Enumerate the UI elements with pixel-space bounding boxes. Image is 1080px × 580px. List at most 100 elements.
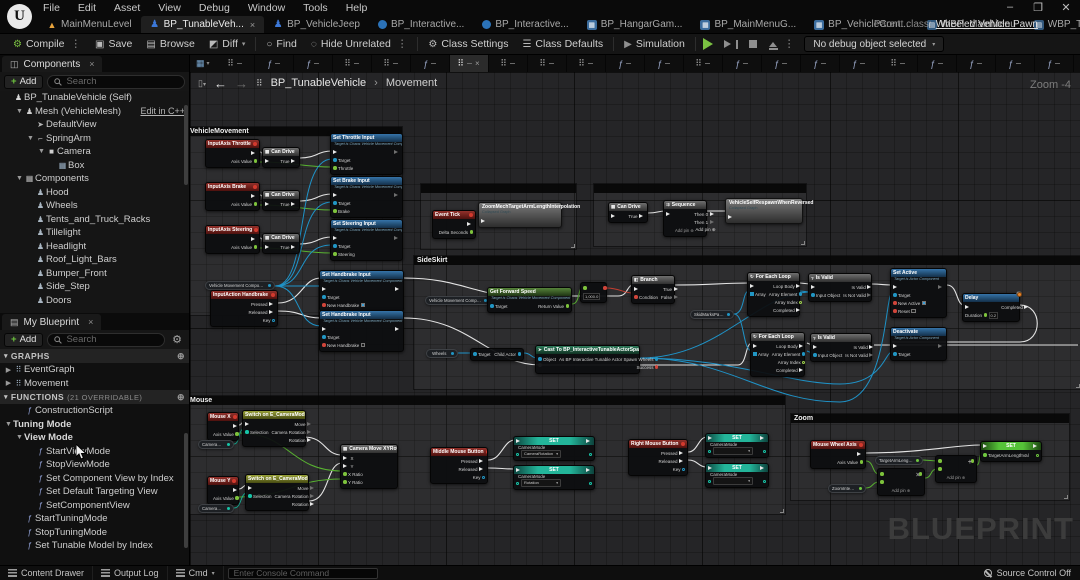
data-pin[interactable] [799,300,803,304]
tree-item-view-mode[interactable]: ▼ View Mode [0,431,189,445]
exec-pin[interactable] [869,345,875,349]
exec-pin[interactable] [893,344,899,348]
data-pin[interactable] [253,202,257,206]
tree-item-tuning-mode[interactable]: ▼ Tuning Mode [0,418,189,432]
bool-pin[interactable] [322,303,326,307]
data-pin[interactable] [583,286,587,290]
doc-tab-3[interactable]: ⠿ [333,55,372,72]
menu-tools[interactable]: Tools [294,2,337,14]
data-pin[interactable] [603,286,607,290]
doc-tab-15[interactable]: ƒ [801,55,840,72]
output-log-button[interactable]: Output Log [93,565,168,580]
tree-item-constructionscript[interactable]: ƒ ConstructionScript [0,404,189,418]
asset-tab-0[interactable]: ▲ MainMenuLevel [38,16,141,33]
exec-pin[interactable] [291,202,297,206]
checkbox[interactable] [911,308,916,314]
set-targetarmlengthval[interactable]: SET TargetArmLengthVal [980,441,1042,462]
data-pin[interactable] [245,430,249,434]
data-pin[interactable] [333,244,337,248]
exec-pin[interactable] [322,327,328,331]
exec-pin[interactable] [291,245,297,249]
cameramode-var-1[interactable]: CameraMode [198,440,234,449]
exec-pin[interactable] [673,287,680,291]
inputaction-handbrake[interactable]: InputAction Handbrake Pressed Released Key [210,290,278,327]
exec-pin[interactable] [310,502,316,506]
my-blueprint-add-button[interactable]: + Add [4,332,44,347]
data-pin[interactable] [813,353,817,357]
my-blueprint-tab-close-icon[interactable]: × [88,317,93,327]
doc-tab-17[interactable]: ⠿ [879,55,918,72]
exec-pin[interactable] [481,219,487,223]
exec-pin[interactable] [307,438,313,442]
save-button[interactable]: ▣ Save [88,33,139,55]
vehicle-movement-component-var[interactable]: Vehicle Movement Component [205,281,275,290]
data-pin[interactable] [235,496,239,500]
data-pin[interactable] [253,245,257,249]
find-button[interactable]: ○ Find [259,33,303,55]
my-blueprint-search-input[interactable] [66,334,159,345]
enum-dropdown[interactable]: CameraRotation ▾ [521,450,561,458]
graph-canvas[interactable]: ▯▾ ← → ⠿ BP_TunableVehicle › Movement Zo… [190,72,1080,565]
play-button[interactable] [702,38,719,50]
checkbox[interactable] [921,300,927,306]
set-throttle-input[interactable]: Set Throttle Input Target is Chaos Vehicl… [330,133,403,175]
comment-resize-handle[interactable] [780,509,784,513]
doc-tab-12[interactable]: ⠿ [684,55,723,72]
add-function-icon[interactable]: ⊕ [177,392,185,403]
inputaxis-throttle[interactable]: InputAxis Throttle Axis Value [205,139,260,168]
array-pin[interactable] [750,292,754,296]
value-field[interactable]: 0.2 [988,311,999,319]
my-blueprint-scrollbar[interactable] [184,433,188,548]
right-mouse-button[interactable]: Right Mouse Button Pressed Released Key [628,439,688,476]
breadcrumb-root[interactable]: BP_TunableVehicle [271,77,367,89]
cast-to-spawn-wheels[interactable]: ➤Cast To BP_InteractiveTunableActorSpawn… [535,345,659,374]
exec-pin[interactable] [232,424,239,428]
exec-pin[interactable] [395,287,401,291]
source-control-button[interactable]: Source Control Off [975,568,1080,578]
exec-pin[interactable] [799,344,805,348]
debug-object-dropdown[interactable]: No debug object selected ▾ [804,36,945,52]
tree-item-mesh-vehiclemesh-[interactable]: ▼ ♟ Mesh (VehicleMesh) Edit in C++ [0,105,189,119]
exec-pin[interactable] [965,305,971,309]
data-pin[interactable] [654,365,659,369]
tree-item-eventgraph[interactable]: ▶ ⠿ EventGraph [0,363,189,377]
data-pin[interactable] [983,313,988,317]
tree-item-box[interactable]: ▦ Box [0,159,189,173]
diff-button[interactable]: ◩ Diff ▾ [202,33,253,55]
zoommech-interp[interactable]: ZoomMechTargetArmLengthInterpolation Coll… [478,202,580,228]
bool-pin[interactable] [322,343,326,347]
forward-arrow-icon[interactable]: → [235,76,248,91]
close-doc-tab-icon[interactable]: × [475,59,480,68]
exec-pin[interactable] [938,285,944,289]
exec-pin[interactable] [634,287,640,291]
add-node[interactable]: + Add pin ⊕ [935,455,977,483]
exec-pin[interactable] [333,193,339,197]
tree-item-camera[interactable]: ▼ ■ Camera [0,145,189,159]
exec-pin[interactable] [307,430,313,434]
add-pin-label[interactable]: Add pin ⊕ [675,228,694,233]
event-tick[interactable]: Event Tick Delta Seconds [432,210,476,239]
middle-mouse-button[interactable]: Middle Mouse Button Pressed Released Key [430,447,488,484]
eject-button[interactable] [768,38,778,50]
exec-pin[interactable] [232,488,239,492]
tree-item-set-default-targeting-view[interactable]: ƒ Set Default Targeting View [0,485,189,499]
frame-skip-button[interactable] [723,39,738,49]
data-pin[interactable] [517,352,521,356]
comment-resize-handle[interactable] [1076,384,1080,388]
comment-resize-handle[interactable] [801,241,805,245]
vehicle-self-respawn[interactable]: VehicleSelfRespawnWhenReversed Collapsed … [725,198,813,224]
set-handbrake-input-1[interactable]: Set Handbrake Input Target is Chaos Vehic… [319,270,404,312]
tree-item-components[interactable]: ▼ ▦ Components [0,172,189,186]
exec-pin[interactable] [333,150,339,154]
data-pin[interactable] [248,494,252,498]
data-pin[interactable] [473,352,477,356]
exec-pin[interactable] [753,344,759,348]
tree-item-stoptuningmode[interactable]: ƒ StopTuningMode [0,526,189,540]
data-pin[interactable] [235,432,239,436]
set-cameramode-2[interactable]: SET CameraMode Rotation ▾ [513,465,595,490]
tree-item-set-component-view-by-index[interactable]: ƒ Set Component View by Index [0,472,189,486]
playback-options-icon[interactable]: ⋮ [784,38,795,50]
tree-item-setcomponentview[interactable]: ƒ SetComponentView [0,499,189,513]
data-pin[interactable] [565,304,569,308]
deactivate[interactable]: Deactivate Target is Actor Component Targe… [890,327,947,361]
